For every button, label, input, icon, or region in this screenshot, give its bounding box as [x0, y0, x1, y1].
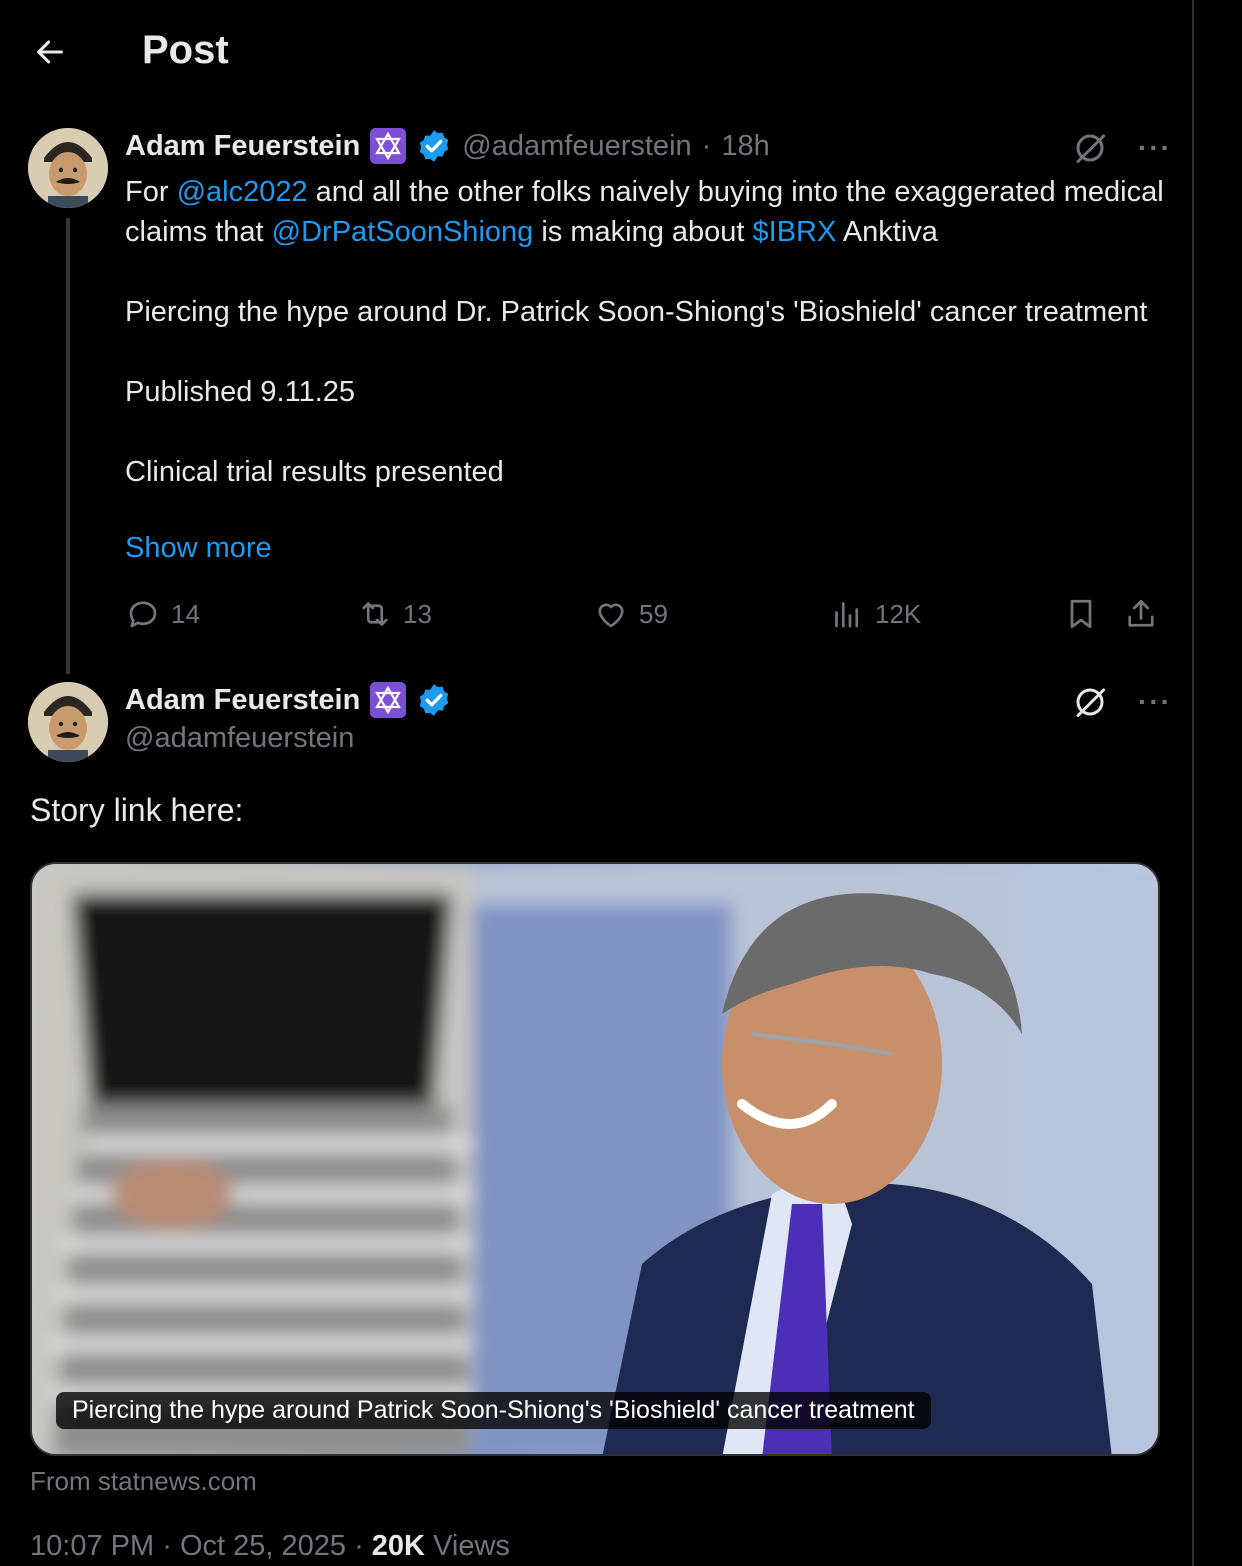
arrow-left-icon [37, 40, 63, 64]
avatar[interactable] [28, 128, 108, 208]
like-count: 59 [639, 598, 668, 629]
more-icon[interactable]: ··· [1138, 686, 1172, 718]
mention-link[interactable]: @alc2022 [177, 176, 308, 208]
like-icon [598, 603, 624, 628]
text-paragraph: Published 9.11.25 [125, 376, 356, 408]
separator-dot: · [354, 1530, 364, 1562]
verified-badge-icon[interactable] [416, 682, 452, 718]
reply-count: 14 [171, 598, 200, 629]
separator-dot: · [162, 1530, 172, 1562]
author-handle[interactable]: @adamfeuerstein [125, 722, 354, 755]
back-button[interactable] [28, 30, 72, 74]
cashtag-link[interactable]: $IBRX [753, 216, 837, 248]
mention-link[interactable]: @DrPatSoonShiong [272, 216, 534, 248]
card-image [32, 864, 1158, 1454]
views-label: Views [433, 1530, 510, 1562]
column-divider [1192, 0, 1194, 1566]
text-paragraph: Clinical trial results presented [125, 456, 504, 488]
tweet2-header: Adam Feuerstein [125, 682, 452, 718]
tweet1-header: Adam Feuerstein @adamfeuerstein · 18h [125, 128, 770, 164]
repost-button[interactable]: 13 [357, 596, 432, 632]
star-of-david-icon [370, 128, 407, 164]
repost-count: 13 [403, 598, 432, 629]
author-name[interactable]: Adam Feuerstein [125, 130, 360, 163]
tweet2-text: Story link here: [30, 792, 244, 828]
share-button[interactable] [1123, 596, 1159, 632]
reply-icon [129, 601, 157, 628]
page-title: Post [142, 28, 229, 72]
views-count: 20K [371, 1530, 425, 1562]
avatar[interactable] [28, 682, 108, 762]
tweet1-text: For @alc2022 and all the other folks nai… [125, 172, 1165, 492]
text-segment: Anktiva [842, 216, 938, 248]
tweet1-actions: 14 13 59 12K [125, 596, 1165, 640]
bookmark-icon [1070, 599, 1092, 629]
like-button[interactable]: 59 [593, 596, 668, 632]
card-caption: Piercing the hype around Patrick Soon-Sh… [56, 1392, 931, 1429]
tweet2-top-actions: ··· [1072, 684, 1172, 720]
text-segment: is making about [541, 216, 745, 248]
more-icon[interactable]: ··· [1138, 132, 1172, 164]
grok-icon[interactable] [1072, 684, 1108, 720]
thread-line [66, 218, 70, 674]
separator-dot: · [701, 129, 712, 162]
text-segment: For [125, 176, 169, 208]
tweet1-top-actions: ··· [1072, 130, 1172, 166]
share-icon [1128, 599, 1154, 627]
reply-button[interactable]: 14 [125, 596, 200, 632]
post-date[interactable]: Oct 25, 2025 [180, 1530, 346, 1562]
avatar-image [28, 682, 108, 762]
link-card[interactable]: Piercing the hype around Patrick Soon-Sh… [30, 862, 1160, 1456]
grok-icon[interactable] [1072, 130, 1108, 166]
text-paragraph: Piercing the hype around Dr. Patrick Soo… [125, 296, 1148, 328]
author-name[interactable]: Adam Feuerstein [125, 684, 360, 717]
avatar-image [28, 128, 108, 208]
show-more-link[interactable]: Show more [125, 532, 272, 565]
views-icon [835, 602, 859, 628]
author-handle[interactable]: @adamfeuerstein [462, 130, 691, 163]
post-time[interactable]: 18h [721, 130, 769, 163]
repost-icon [362, 602, 388, 626]
star-of-david-icon [370, 682, 407, 718]
verified-badge-icon[interactable] [416, 128, 452, 164]
views-count: 12K [875, 598, 922, 629]
page-header: Post [0, 0, 1192, 100]
post-time[interactable]: 10:07 PM [30, 1530, 154, 1562]
post-meta: 10:07 PM · Oct 25, 2025 · 20K Views [30, 1530, 510, 1563]
bookmark-button[interactable] [1063, 596, 1099, 632]
card-source[interactable]: From statnews.com [30, 1466, 257, 1497]
views-button[interactable]: 12K [829, 596, 921, 632]
